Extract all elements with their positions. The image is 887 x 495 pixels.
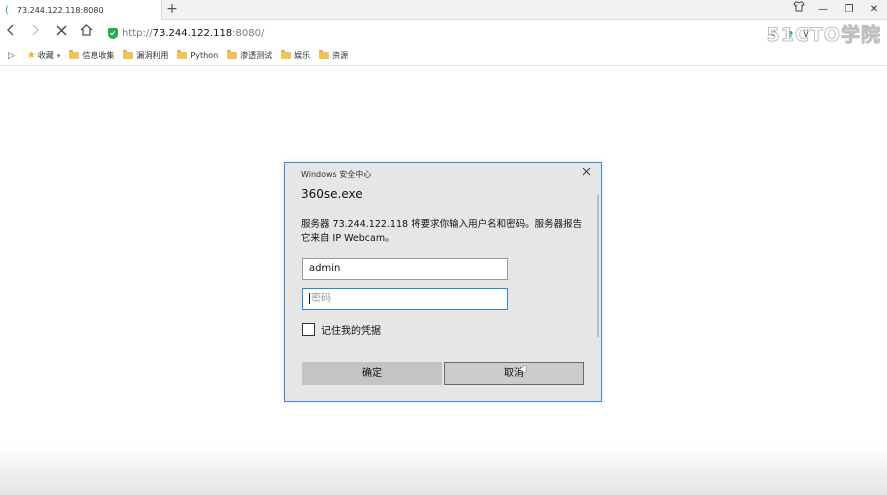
watermark: 51CTO学院 <box>766 24 881 47</box>
bookmark-folder-pentest[interactable]: 渗透测试 <box>227 50 272 61</box>
forward-arrow-icon <box>32 24 39 36</box>
bookmark-label: 收藏 <box>37 51 54 60</box>
bookmark-folder-exploits[interactable]: 漏洞利用 <box>123 50 168 61</box>
dialog-title: Windows 安全中心 <box>301 170 372 179</box>
ok-button[interactable]: 确定 <box>302 362 442 385</box>
password-field[interactable]: 密码 <box>302 288 508 310</box>
bookmark-label: 信息收集 <box>82 51 115 60</box>
cancel-button[interactable]: 取消 <box>444 362 584 385</box>
forward-button[interactable] <box>24 21 46 45</box>
back-arrow-icon <box>7 24 14 36</box>
stop-icon <box>56 25 66 36</box>
folder-icon <box>177 50 188 59</box>
active-tab[interactable]: ( 73.244.122.118:8080 <box>0 0 162 20</box>
url-protocol: http:// <box>122 27 153 39</box>
bookmark-label: Python <box>190 51 219 60</box>
bookmarks-bar: ▷ ★ 收藏 ▾ 信息收集 漏洞利用 Python 渗透测试 娱乐 资源 <box>0 46 887 66</box>
remember-credentials[interactable]: 记住我的凭据 <box>302 322 381 337</box>
tab-title: 73.244.122.118:8080 <box>16 5 104 15</box>
navigation-bar: http:// 73.244.122.118 :8080/ < e ∨ <box>0 21 887 45</box>
security-shield-icon <box>108 27 118 39</box>
bookmark-folder-info-gathering[interactable]: 信息收集 <box>69 50 114 61</box>
folder-icon <box>281 50 292 59</box>
bookmark-label: 漏洞利用 <box>136 51 169 60</box>
minimize-button[interactable]: — <box>812 0 834 20</box>
folder-icon <box>227 50 238 59</box>
stop-loading-button[interactable] <box>50 21 72 45</box>
remember-label: 记住我的凭据 <box>321 326 381 337</box>
dialog-scrollbar[interactable] <box>597 195 599 337</box>
remember-checkbox[interactable] <box>302 323 315 336</box>
dialog-message: 服务器 73.244.122.118 将要求你输入用户名和密码。服务器报告它来自… <box>301 219 583 244</box>
bookmark-label: 渗透测试 <box>240 51 273 60</box>
back-button[interactable] <box>0 21 22 45</box>
address-bar[interactable]: http:// 73.244.122.118 :8080/ <box>108 23 748 43</box>
folder-icon <box>123 50 134 59</box>
url-host: 73.244.122.118 <box>152 27 233 39</box>
sidebar-toggle-icon[interactable]: ▷ <box>8 51 15 61</box>
new-tab-button[interactable]: + <box>165 0 179 20</box>
bookmark-label: 娱乐 <box>294 51 311 60</box>
restore-button[interactable]: ❐ <box>838 0 860 20</box>
loading-spinner-icon: ( <box>5 4 9 16</box>
shirt-icon[interactable] <box>788 0 810 20</box>
tab-bar: ( 73.244.122.118:8080 + — ❐ ✕ <box>0 0 887 20</box>
home-button[interactable] <box>75 21 97 45</box>
bookmark-folder-entertainment[interactable]: 娱乐 <box>281 50 310 61</box>
bookmark-folder-resources[interactable]: 资源 <box>319 50 348 61</box>
close-window-button[interactable]: ✕ <box>863 0 885 20</box>
chevron-down-icon: ▾ <box>56 51 61 60</box>
close-icon <box>582 167 591 176</box>
dialog-app-name: 360se.exe <box>301 187 363 201</box>
bookmark-favorites[interactable]: ★ 收藏 ▾ <box>27 50 60 61</box>
dialog-close-button[interactable] <box>582 166 591 179</box>
folder-icon <box>319 50 330 59</box>
home-icon <box>80 24 92 36</box>
bottom-fade <box>0 445 887 495</box>
bookmark-folder-python[interactable]: Python <box>177 50 219 60</box>
text-cursor <box>309 292 310 304</box>
password-placeholder: 密码 <box>311 293 331 304</box>
username-field[interactable]: admin <box>302 258 508 280</box>
star-icon: ★ <box>26 50 36 61</box>
bookmark-label: 资源 <box>332 51 349 60</box>
windows-security-dialog: Windows 安全中心 360se.exe 服务器 73.244.122.11… <box>284 162 602 402</box>
url-port: :8080/ <box>232 27 265 39</box>
browser-window: ( 73.244.122.118:8080 + — ❐ ✕ http:// 73… <box>0 0 887 495</box>
folder-icon <box>69 50 80 59</box>
